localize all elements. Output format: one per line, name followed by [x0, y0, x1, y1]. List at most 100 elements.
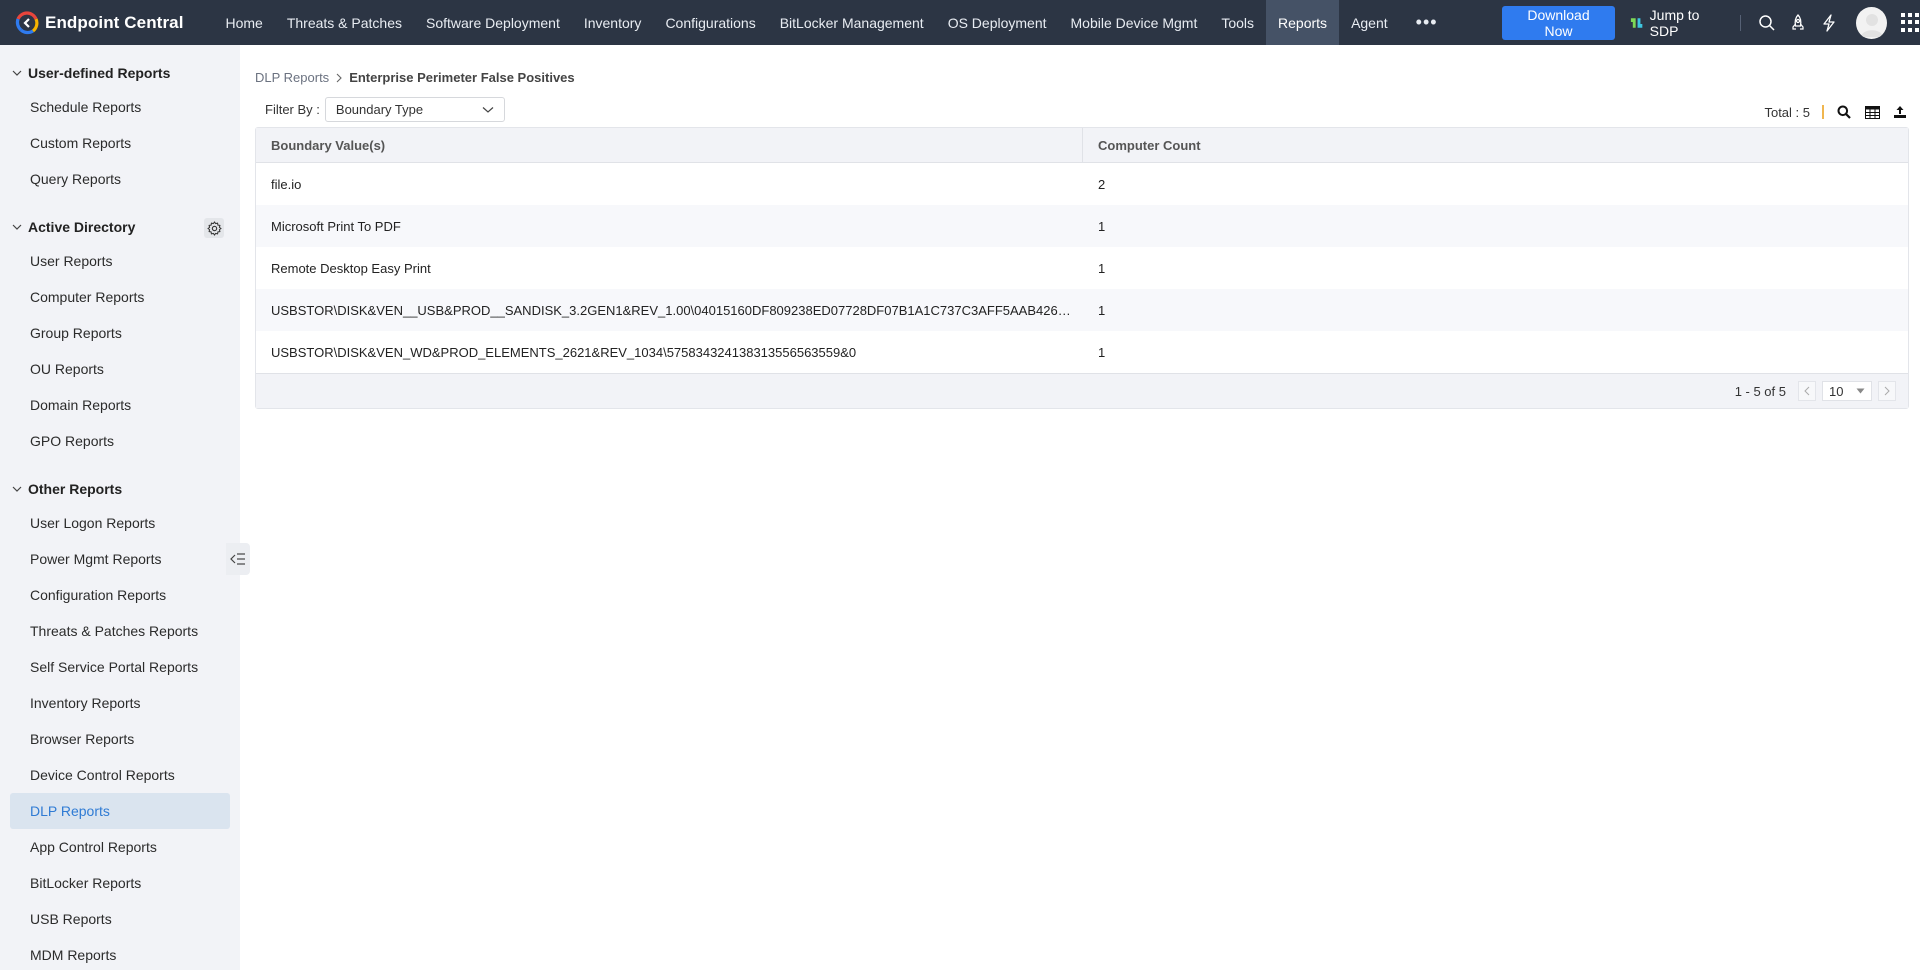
sidebar-item-mdm-reports[interactable]: MDM Reports [10, 937, 230, 973]
section-title: User-defined Reports [28, 65, 171, 81]
top-nav-bar: Endpoint Central Home Threats & Patches … [0, 0, 1920, 45]
sidebar-item-user-logon-reports[interactable]: User Logon Reports [10, 505, 230, 541]
total-count: Total : 5 [1764, 104, 1810, 120]
nav-home[interactable]: Home [213, 0, 274, 45]
computer-count-cell: 2 [1098, 176, 1106, 192]
next-page-button[interactable] [1878, 381, 1896, 401]
filter-label: Filter By : [265, 102, 320, 117]
section-title: Other Reports [28, 481, 123, 497]
caret-down-icon [1856, 388, 1865, 394]
download-now-button[interactable]: Download Now [1501, 5, 1616, 40]
sidebar-item-schedule-reports[interactable]: Schedule Reports [10, 89, 230, 125]
sidebar-item-gpo-reports[interactable]: GPO Reports [10, 423, 230, 459]
report-table: Boundary Value(s) Computer Count file.io… [255, 127, 1909, 409]
nav-configurations[interactable]: Configurations [653, 0, 767, 45]
pagination-bar: 1 - 5 of 5 10 [256, 373, 1908, 408]
page-size-value: 10 [1829, 383, 1844, 399]
filter-row: Filter By : Boundary Type [265, 97, 505, 122]
table-row[interactable]: USBSTOR\DISK&VEN_WD&PROD_ELEMENTS_2621&R… [256, 331, 1908, 373]
search-icon[interactable] [1757, 13, 1776, 33]
sidebar-item-usb-reports[interactable]: USB Reports [10, 901, 230, 937]
table-row[interactable]: file.io 2 [256, 163, 1908, 205]
page-size-select[interactable]: 10 [1822, 381, 1872, 401]
sidebar-item-computer-reports[interactable]: Computer Reports [10, 279, 230, 315]
nav-tools[interactable]: Tools [1209, 0, 1266, 45]
table-row[interactable]: USBSTOR\DISK&VEN__USB&PROD__SANDISK_3.2G… [256, 289, 1908, 331]
chevron-down-icon [482, 106, 494, 113]
sidebar-item-query-reports[interactable]: Query Reports [10, 161, 230, 197]
nav-threats-patches[interactable]: Threats & Patches [275, 0, 414, 45]
chevron-left-icon [1804, 386, 1810, 396]
breadcrumb-dlp-reports[interactable]: DLP Reports [255, 70, 329, 85]
table-body: file.io 2 Microsoft Print To PDF 1 Remot… [256, 163, 1908, 373]
sidebar-item-bitlocker-reports[interactable]: BitLocker Reports [10, 865, 230, 901]
computer-count-cell: 1 [1098, 344, 1106, 360]
sidebar-item-domain-reports[interactable]: Domain Reports [10, 387, 230, 423]
app-name: Endpoint Central [45, 12, 184, 32]
boundary-value-cell: USBSTOR\DISK&VEN_WD&PROD_ELEMENTS_2621&R… [271, 344, 857, 360]
settings-gear-button[interactable] [204, 218, 224, 238]
jump-to-sdp-link[interactable]: Jump to SDP [1629, 7, 1728, 39]
table-row[interactable]: Microsoft Print To PDF 1 [256, 205, 1908, 247]
sidebar-item-dlp-reports[interactable]: DLP Reports [10, 793, 230, 829]
nav-software-deployment[interactable]: Software Deployment [414, 0, 572, 45]
nav-bitlocker-management[interactable]: BitLocker Management [768, 0, 936, 45]
chevron-down-icon [12, 486, 22, 492]
sidebar-item-threats-patches-reports[interactable]: Threats & Patches Reports [10, 613, 230, 649]
table-search-icon[interactable] [1836, 104, 1852, 120]
endpoint-central-logo-icon [15, 10, 39, 34]
sidebar-item-device-control-reports[interactable]: Device Control Reports [10, 757, 230, 793]
brand[interactable]: Endpoint Central [15, 10, 213, 35]
filter-by-select[interactable]: Boundary Type [324, 97, 505, 122]
sidebar-item-user-reports[interactable]: User Reports [10, 243, 230, 279]
sdp-icon [1631, 17, 1643, 28]
nav-reports[interactable]: Reports [1266, 0, 1340, 45]
column-chooser-icon[interactable] [1864, 104, 1880, 120]
table-header: Boundary Value(s) Computer Count [256, 128, 1908, 163]
nav-mobile-device-mgmt[interactable]: Mobile Device Mgmt [1059, 0, 1210, 45]
filter-value: Boundary Type [335, 102, 424, 117]
collapse-sidebar-button[interactable] [226, 543, 250, 575]
section-other-reports[interactable]: Other Reports [12, 481, 122, 497]
breadcrumb: DLP Reports Enterprise Perimeter False P… [255, 70, 575, 85]
boundary-value-cell: Remote Desktop Easy Print [271, 260, 431, 276]
nav-agent[interactable]: Agent [1339, 0, 1400, 45]
nav-os-deployment[interactable]: OS Deployment [936, 0, 1059, 45]
user-avatar[interactable] [1856, 6, 1887, 39]
computer-count-cell: 1 [1098, 218, 1106, 234]
more-nav-icon[interactable]: ••• [1400, 0, 1454, 45]
lightning-icon[interactable] [1819, 13, 1838, 33]
boundary-value-cell: file.io [271, 176, 302, 192]
chevron-right-icon [1884, 386, 1890, 396]
pagination-range: 1 - 5 of 5 [1734, 383, 1786, 399]
nav-inventory[interactable]: Inventory [572, 0, 654, 45]
main-nav: Home Threats & Patches Software Deployme… [213, 0, 1453, 45]
boundary-value-cell: Microsoft Print To PDF [271, 218, 401, 234]
previous-page-button[interactable] [1798, 381, 1816, 401]
page-title: Enterprise Perimeter False Positives [349, 70, 575, 85]
sidebar-item-inventory-reports[interactable]: Inventory Reports [10, 685, 230, 721]
sidebar-item-custom-reports[interactable]: Custom Reports [10, 125, 230, 161]
sidebar-item-power-mgmt-reports[interactable]: Power Mgmt Reports [10, 541, 230, 577]
divider [1822, 105, 1824, 119]
table-toolbar: Total : 5 [1764, 104, 1908, 120]
collapse-menu-icon [230, 553, 245, 565]
sidebar-item-group-reports[interactable]: Group Reports [10, 315, 230, 351]
chevron-right-icon [336, 73, 342, 82]
table-row[interactable]: Remote Desktop Easy Print 1 [256, 247, 1908, 289]
computer-count-cell: 1 [1098, 302, 1106, 318]
export-icon[interactable] [1892, 104, 1908, 120]
section-active-directory[interactable]: Active Directory [12, 219, 135, 235]
column-header-computer-count[interactable]: Computer Count [1083, 128, 1908, 162]
sidebar-item-self-service-portal-reports[interactable]: Self Service Portal Reports [10, 649, 230, 685]
section-title: Active Directory [28, 219, 136, 235]
sidebar-item-app-control-reports[interactable]: App Control Reports [10, 829, 230, 865]
column-header-boundary-values[interactable]: Boundary Value(s) [256, 128, 1083, 162]
sidebar-item-browser-reports[interactable]: Browser Reports [10, 721, 230, 757]
rocket-icon[interactable] [1788, 13, 1807, 33]
sidebar-item-ou-reports[interactable]: OU Reports [10, 351, 230, 387]
sidebar: User-defined Reports Schedule Reports Cu… [0, 45, 240, 970]
section-user-defined-reports[interactable]: User-defined Reports [12, 65, 170, 81]
sidebar-item-configuration-reports[interactable]: Configuration Reports [10, 577, 230, 613]
app-grid-icon[interactable] [1900, 12, 1920, 33]
